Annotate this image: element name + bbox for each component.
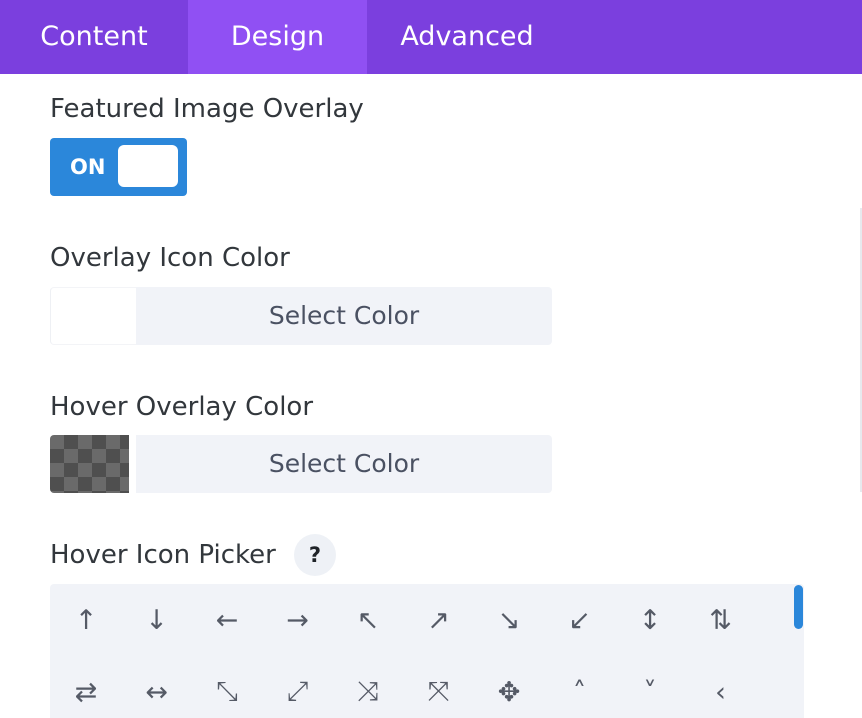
tab-bar: Content Design Advanced — [0, 0, 862, 74]
arrows-up-down-icon[interactable]: ⇅ — [691, 590, 751, 650]
tab-design[interactable]: Design — [188, 0, 367, 74]
hover-icon-picker-label: Hover Icon Picker — [50, 540, 276, 570]
move-icon[interactable]: ✥ — [479, 662, 539, 718]
overlay-icon-color-label: Overlay Icon Color — [50, 243, 290, 273]
overlay-icon-select-color-button[interactable]: Select Color — [136, 287, 552, 345]
tab-advanced[interactable]: Advanced — [367, 0, 567, 74]
hover-overlay-color-swatch[interactable] — [50, 435, 129, 493]
arrow-up-right-icon[interactable]: ↗ — [409, 590, 469, 650]
toggle-knob — [118, 145, 178, 187]
chevron-down-icon[interactable]: ˅ — [620, 662, 680, 718]
shrink-icon[interactable]: ⤨ — [338, 662, 398, 718]
arrow-up-icon[interactable]: ↑ — [56, 590, 116, 650]
hover-overlay-color-label: Hover Overlay Color — [50, 392, 314, 422]
arrow-down-left-icon[interactable]: ↙ — [550, 590, 610, 650]
toggle-state-text: ON — [70, 155, 106, 179]
arrow-up-down-icon[interactable]: ↕ — [620, 590, 680, 650]
icon-picker-grid: ↑ ↓ ← → ↖ ↗ ↘ ↙ ↕ ⇅ ⇄ ↔ ⤡ ⤢ ⤨ ⤧ ✥ ˄ ˅ ‹ — [50, 584, 804, 718]
arrow-up-left-icon[interactable]: ↖ — [338, 590, 398, 650]
tab-content[interactable]: Content — [0, 0, 188, 74]
expand-diagonal-icon[interactable]: ⤢ — [268, 662, 328, 718]
expand-icon[interactable]: ⤧ — [409, 662, 469, 718]
chevron-left-icon[interactable]: ‹ — [691, 662, 751, 718]
arrow-left-right-icon[interactable]: ↔ — [127, 662, 187, 718]
arrow-left-icon[interactable]: ← — [197, 590, 257, 650]
hover-overlay-color-field: Select Color — [50, 435, 552, 493]
featured-image-overlay-toggle[interactable]: ON — [50, 138, 187, 196]
hover-overlay-select-color-button[interactable]: Select Color — [136, 435, 552, 493]
chevron-up-icon[interactable]: ˄ — [550, 662, 610, 718]
arrow-right-icon[interactable]: → — [268, 590, 328, 650]
featured-image-overlay-label: Featured Image Overlay — [50, 94, 364, 124]
icon-picker-scrollbar[interactable] — [794, 585, 803, 629]
arrow-diagonal-icon[interactable]: ⤡ — [197, 662, 257, 718]
arrow-down-right-icon[interactable]: ↘ — [479, 590, 539, 650]
overlay-icon-color-field: Select Color — [50, 287, 552, 345]
arrow-down-icon[interactable]: ↓ — [127, 590, 187, 650]
help-icon[interactable]: ? — [294, 534, 336, 576]
arrows-left-right-icon[interactable]: ⇄ — [56, 662, 116, 718]
overlay-icon-color-swatch[interactable] — [50, 287, 136, 345]
